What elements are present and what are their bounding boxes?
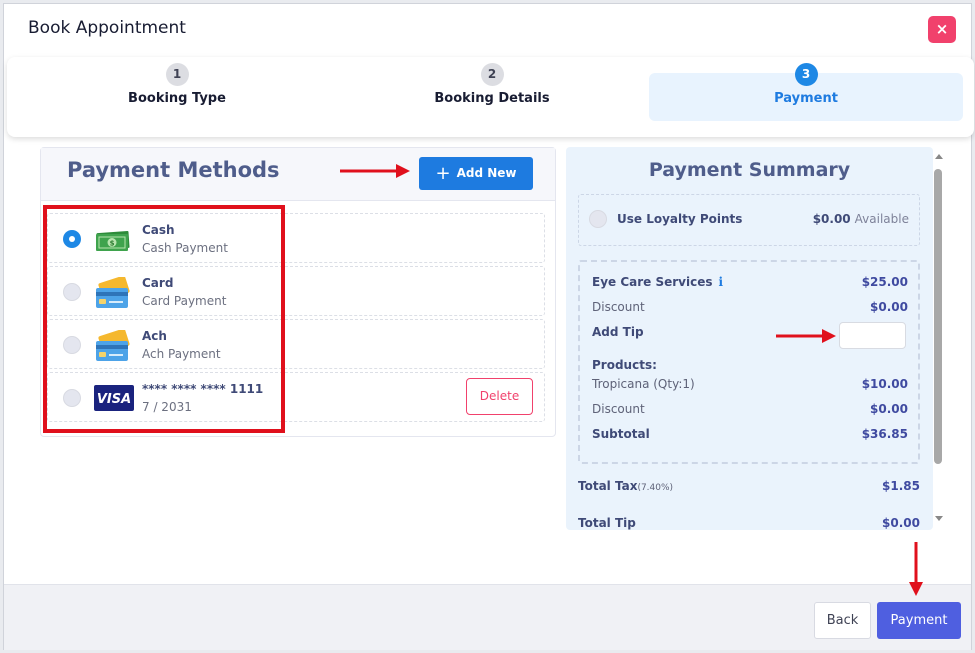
step-label: Payment: [774, 91, 838, 106]
summary-details-box: Eye Care Services i $25.00 Discount $0.00…: [578, 260, 920, 464]
annotation-arrow-icon: [776, 329, 836, 343]
annotation-arrow-icon: [340, 164, 410, 178]
total-tip-label: Total Tip: [578, 516, 636, 530]
annotation-highlight-box: [43, 205, 285, 433]
add-new-label: Add New: [456, 166, 517, 180]
payment-methods-title: Payment Methods: [67, 158, 280, 182]
tax-rate: (7.40%): [637, 483, 674, 493]
loyalty-radio-button[interactable]: [589, 210, 607, 228]
plus-icon: +: [435, 163, 451, 184]
modal-title: Book Appointment: [28, 18, 186, 38]
step-label: Booking Details: [434, 91, 550, 106]
loyalty-label: Use Loyalty Points: [617, 212, 743, 226]
discount-label: Discount: [592, 402, 645, 416]
loyalty-amount: $0.00: [812, 212, 851, 226]
annotation-arrow-icon: [909, 542, 923, 596]
scroll-down-arrow-icon[interactable]: [935, 516, 943, 521]
total-tip-value: $0.00: [882, 516, 920, 530]
service-value: $25.00: [861, 275, 908, 289]
close-button[interactable]: ×: [928, 16, 956, 43]
discount-label: Discount: [592, 300, 645, 314]
product-label: Tropicana (Qty:1): [592, 377, 695, 391]
payment-methods-header: Payment Methods + Add New: [41, 148, 555, 201]
loyalty-value: $0.00 Available: [813, 212, 909, 226]
loyalty-points-row[interactable]: Use Loyalty Points $0.00 Available: [578, 194, 920, 246]
info-icon[interactable]: i: [719, 275, 724, 289]
payment-button[interactable]: Payment: [877, 602, 961, 639]
total-tax-value: $1.85: [882, 479, 920, 493]
step-booking-type[interactable]: 1 Booking Type: [22, 57, 332, 137]
loyalty-suffix: Available: [854, 212, 909, 226]
step-number: 1: [165, 63, 189, 86]
service-label: Eye Care Services: [592, 275, 713, 289]
step-label: Booking Type: [128, 91, 226, 106]
payment-summary-panel: Payment Summary Use Loyalty Points $0.00…: [566, 147, 933, 530]
product-value: $10.00: [861, 377, 908, 391]
scroll-up-arrow-icon[interactable]: [935, 154, 943, 159]
delete-button[interactable]: Delete: [466, 378, 533, 415]
subtotal-label: Subtotal: [592, 427, 650, 441]
step-number: 2: [480, 63, 504, 86]
subtotal-value: $36.85: [861, 427, 908, 441]
step-booking-details[interactable]: 2 Booking Details: [337, 57, 647, 137]
discount-value: $0.00: [870, 402, 908, 416]
step-payment[interactable]: 3 Payment: [649, 57, 963, 137]
payment-summary-title: Payment Summary: [648, 159, 851, 181]
add-new-button[interactable]: + Add New: [419, 157, 533, 190]
step-number: 3: [794, 63, 818, 86]
scroll-thumb[interactable]: [934, 169, 942, 464]
total-tax-label: Total Tax: [578, 479, 638, 493]
summary-scrollbar[interactable]: [933, 150, 945, 525]
discount-value: $0.00: [870, 300, 908, 314]
stepper: 1 Booking Type 2 Booking Details 3 Payme…: [7, 57, 974, 137]
back-button[interactable]: Back: [814, 602, 871, 639]
modal-header: Book Appointment ×: [4, 4, 971, 56]
tip-input[interactable]: [839, 322, 906, 349]
add-tip-label: Add Tip: [592, 325, 644, 339]
modal-footer: Back Payment: [4, 584, 971, 650]
products-heading: Products:: [592, 358, 657, 372]
